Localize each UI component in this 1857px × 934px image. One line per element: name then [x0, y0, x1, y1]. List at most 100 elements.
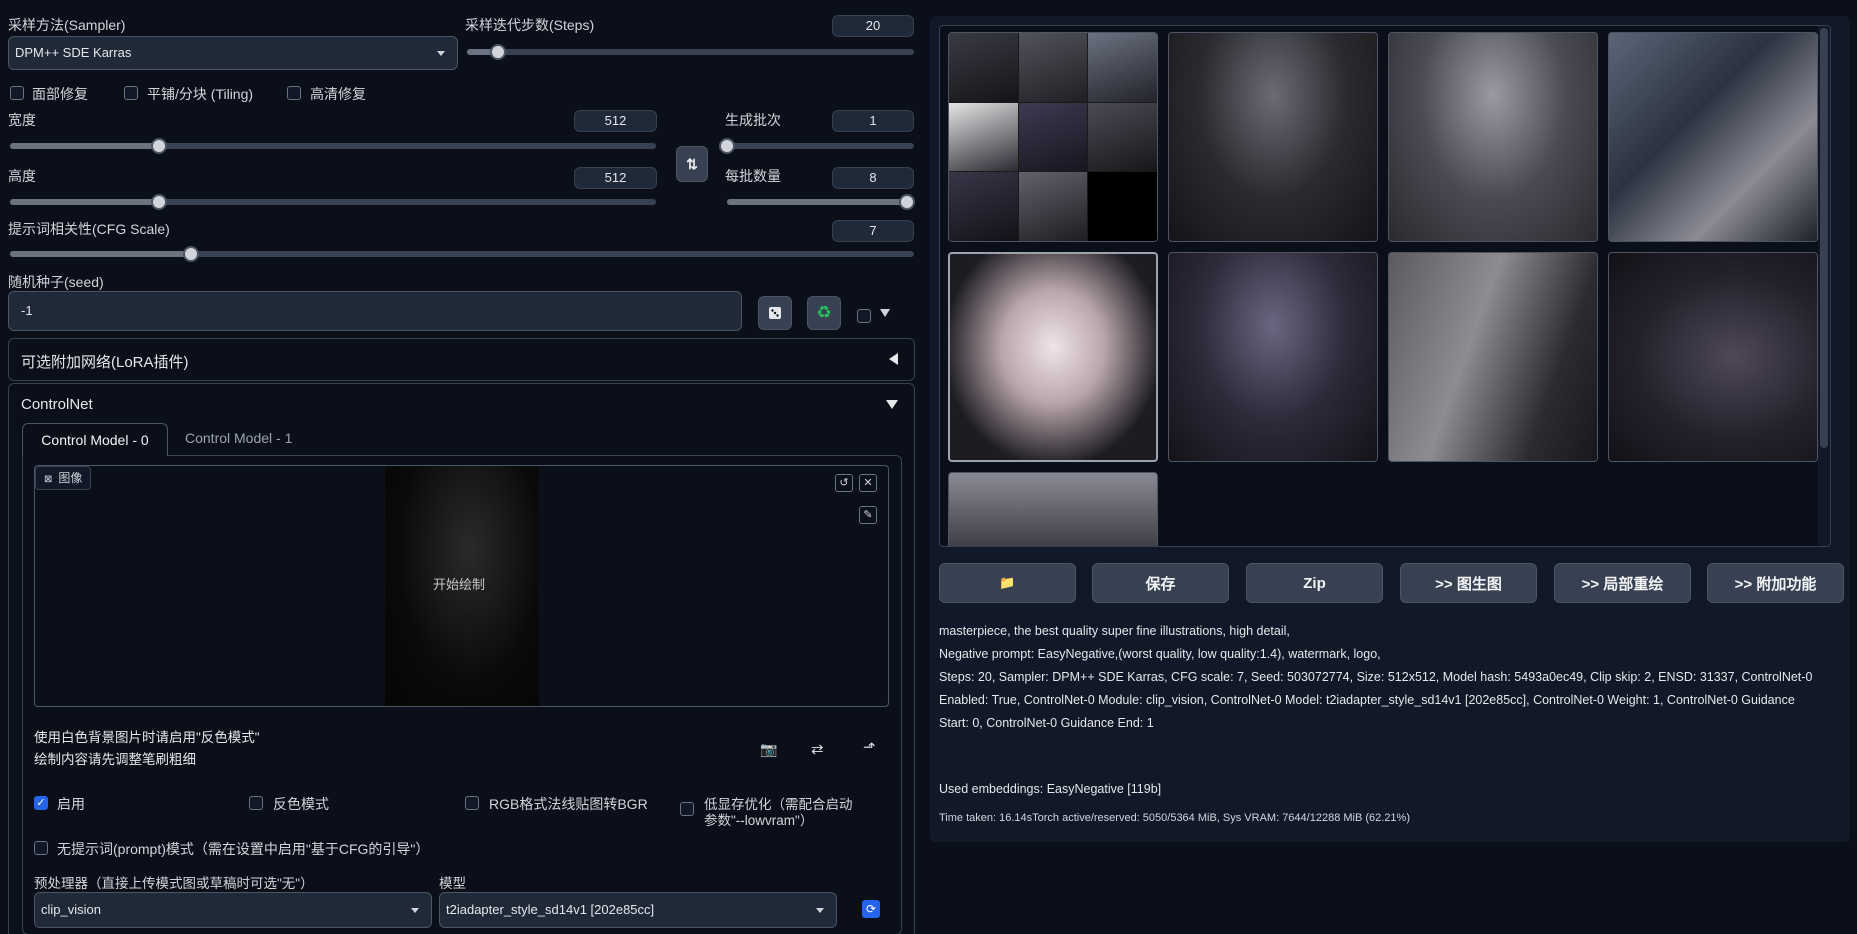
- guess-mode-checkbox[interactable]: [34, 841, 48, 855]
- lora-accordion[interactable]: 可选附加网络(LoRA插件): [8, 338, 915, 381]
- recycle-icon: ♻: [816, 303, 832, 322]
- height-slider[interactable]: [10, 194, 656, 210]
- batch-count-slider-thumb[interactable]: [719, 138, 735, 154]
- preprocessor-select[interactable]: clip_vision: [34, 892, 432, 928]
- chevron-down-icon: [437, 51, 445, 56]
- enable-label: 启用: [57, 796, 85, 812]
- gallery-image-7[interactable]: [1388, 252, 1598, 462]
- extra-seed-checkbox[interactable]: [857, 309, 871, 323]
- swap-vertical-icon: ⇅: [686, 155, 698, 172]
- refresh-models-icon[interactable]: ⟳: [862, 900, 880, 918]
- caret-left-icon: [889, 353, 898, 365]
- info-params-line3: Start: 0, ControlNet-0 Guidance End: 1: [939, 716, 1154, 730]
- gallery-image-9[interactable]: [948, 472, 1158, 546]
- send-to-img2img-button[interactable]: >> 图生图: [1400, 563, 1537, 603]
- preprocessor-label: 预处理器（直接上传模式图或草稿时可选"无"）: [34, 876, 314, 891]
- cfg-input[interactable]: 7: [832, 220, 914, 242]
- steps-slider-thumb[interactable]: [490, 44, 507, 60]
- brush-icon[interactable]: ✎: [859, 506, 877, 524]
- height-slider-thumb[interactable]: [150, 194, 167, 210]
- undo-icon[interactable]: ↺: [835, 474, 853, 492]
- gallery-image-5[interactable]: [948, 252, 1158, 462]
- tab-control-model-0[interactable]: Control Model - 0: [22, 423, 168, 456]
- extra-seed-toggle-icon[interactable]: [880, 309, 890, 317]
- zip-button[interactable]: Zip: [1246, 563, 1383, 603]
- save-button[interactable]: 保存: [1092, 563, 1229, 603]
- camera-icon[interactable]: 📷: [760, 741, 777, 758]
- send-arrow-icon[interactable]: ⬏: [863, 738, 876, 756]
- batch-count-label: 生成批次: [725, 112, 781, 128]
- enable-checkbox[interactable]: ✓: [34, 796, 48, 810]
- height-label: 高度: [8, 168, 36, 184]
- batch-size-label: 每批数量: [725, 168, 781, 184]
- cfg-label: 提示词相关性(CFG Scale): [8, 221, 170, 237]
- image-gallery: [939, 25, 1831, 547]
- height-input[interactable]: 512: [574, 167, 657, 189]
- info-params-line1: Steps: 20, Sampler: DPM++ SDE Karras, CF…: [939, 670, 1813, 684]
- cfg-slider-thumb[interactable]: [182, 246, 199, 262]
- gallery-image-6[interactable]: [1168, 252, 1378, 462]
- gallery-image-2[interactable]: [1168, 32, 1378, 242]
- seed-value: -1: [21, 303, 33, 318]
- sampler-label: 采样方法(Sampler): [8, 17, 126, 33]
- tiling-label: 平铺/分块 (Tiling): [147, 86, 254, 102]
- face-restore-label: 面部修复: [32, 86, 88, 102]
- guess-mode-label: 无提示词(prompt)模式（需在设置中启用"基于CFG的引导"）: [57, 841, 430, 857]
- invert-checkbox[interactable]: [249, 796, 263, 810]
- hint-brush: 绘制内容请先调整笔刷粗细: [34, 752, 196, 767]
- image-icon: ⊠: [44, 474, 53, 485]
- model-label: 模型: [439, 876, 466, 891]
- seed-input[interactable]: -1: [8, 291, 742, 331]
- random-seed-button[interactable]: [758, 296, 792, 330]
- width-input[interactable]: 512: [574, 110, 657, 132]
- batch-size-slider-thumb[interactable]: [899, 194, 915, 210]
- model-select[interactable]: t2iadapter_style_sd14v1 [202e85cc]: [439, 892, 837, 928]
- steps-input[interactable]: 20: [832, 15, 914, 37]
- width-slider-fill: [10, 143, 159, 149]
- face-restore-checkbox[interactable]: [10, 86, 24, 100]
- image-label-badge: ⊠ 图像: [35, 466, 92, 490]
- info-embeddings: Used embeddings: EasyNegative [119b]: [939, 782, 1162, 796]
- send-to-inpaint-button[interactable]: >> 局部重绘: [1554, 563, 1691, 603]
- controlnet-title: ControlNet: [21, 396, 93, 413]
- rgb-bgr-checkbox[interactable]: [465, 796, 479, 810]
- dice-icon: [769, 307, 781, 319]
- batch-size-slider[interactable]: [727, 194, 915, 210]
- send-to-extras-button[interactable]: >> 附加功能: [1707, 563, 1844, 603]
- canvas-start-text: 开始绘制: [433, 577, 486, 592]
- lowvram-checkbox[interactable]: [680, 802, 694, 816]
- gallery-scrollbar[interactable]: [1818, 26, 1830, 546]
- gallery-grid-image[interactable]: [948, 32, 1158, 242]
- cfg-slider[interactable]: [10, 246, 914, 262]
- tiling-checkbox[interactable]: [124, 86, 138, 100]
- gallery-image-8[interactable]: [1608, 252, 1818, 462]
- gallery-image-4[interactable]: [1608, 32, 1818, 242]
- batch-size-input[interactable]: 8: [832, 167, 914, 189]
- batch-count-slider[interactable]: [719, 138, 914, 154]
- height-slider-fill: [10, 199, 159, 205]
- caret-down-icon[interactable]: [886, 400, 898, 409]
- preprocessor-value: clip_vision: [41, 902, 101, 917]
- batch-count-input[interactable]: 1: [832, 110, 914, 132]
- model-value: t2iadapter_style_sd14v1 [202e85cc]: [446, 902, 655, 917]
- width-slider-thumb[interactable]: [150, 138, 167, 154]
- gallery-scrollbar-thumb[interactable]: [1820, 28, 1828, 448]
- steps-slider[interactable]: [467, 44, 914, 60]
- close-icon[interactable]: ✕: [859, 474, 877, 492]
- sampler-select[interactable]: DPM++ SDE Karras: [8, 36, 458, 70]
- image-upload-area[interactable]: ⊠ 图像 开始绘制 ↺ ✕ ✎: [34, 465, 889, 707]
- width-slider[interactable]: [10, 138, 656, 154]
- steps-label: 采样迭代步数(Steps): [465, 17, 595, 33]
- tab-control-model-1[interactable]: Control Model - 1: [185, 430, 292, 446]
- gallery-image-3[interactable]: [1388, 32, 1598, 242]
- info-prompt: masterpiece, the best quality super fine…: [939, 624, 1290, 638]
- chevron-down-icon: [411, 908, 419, 913]
- canvas-preview[interactable]: 开始绘制: [385, 466, 539, 706]
- width-label: 宽度: [8, 112, 36, 128]
- swap-horizontal-icon[interactable]: ⇄: [811, 740, 824, 758]
- reuse-seed-button[interactable]: ♻: [807, 296, 841, 330]
- open-folder-button[interactable]: 📁: [939, 563, 1076, 603]
- swap-dimensions-button[interactable]: ⇅: [676, 146, 708, 182]
- invert-label: 反色模式: [273, 796, 329, 812]
- hires-checkbox[interactable]: [287, 86, 301, 100]
